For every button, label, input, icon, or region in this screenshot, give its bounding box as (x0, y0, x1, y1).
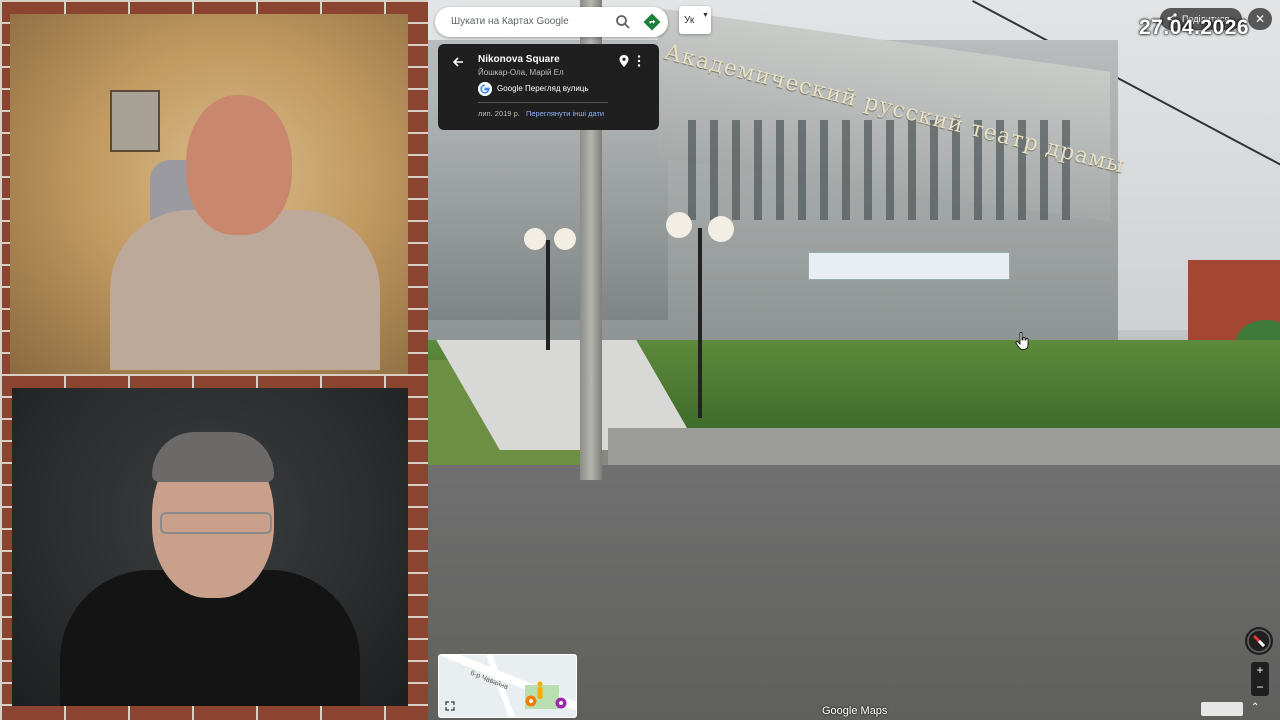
street-lamp (546, 240, 550, 350)
divider (478, 102, 608, 103)
google-maps-logo: Google Maps (822, 705, 888, 717)
imagery-thumbnails[interactable] (1201, 702, 1243, 716)
poi-orange-icon (525, 695, 537, 707)
google-g-icon (478, 82, 492, 96)
search-input[interactable]: Шукати на Картах Google (451, 16, 569, 27)
presenter-bottom-hair (152, 432, 274, 482)
lamp-globe (524, 228, 546, 250)
language-dropdown[interactable]: Ук ▼ (679, 6, 711, 34)
more-options-icon[interactable] (636, 54, 642, 68)
webcam-bottom (12, 388, 408, 706)
presenter-top-head (186, 95, 292, 235)
location-pin-icon[interactable] (618, 54, 630, 68)
search-box[interactable]: Шукати на Картах Google (435, 7, 668, 37)
zoom-control: + − (1251, 662, 1269, 696)
lamp-globe (666, 212, 692, 238)
zoom-out-button[interactable]: − (1251, 679, 1269, 696)
hand-cursor-icon (1015, 332, 1029, 350)
compass-icon[interactable] (1245, 627, 1273, 655)
other-dates-link[interactable]: Переглянути інші дати (526, 109, 604, 118)
chevron-up-icon[interactable]: ⌃ (1251, 702, 1265, 716)
expand-icon[interactable] (445, 701, 455, 711)
lamp-globe (554, 228, 576, 250)
chevron-down-icon: ▼ (702, 12, 709, 19)
place-location: Йошкар-Ола, Марій Ел (478, 68, 564, 77)
lamp-globe (708, 216, 734, 242)
capture-date: лип. 2019 р. (478, 109, 520, 118)
source-label: Google Перегляд вулиць (497, 84, 589, 93)
curb (608, 428, 1280, 468)
place-info-card: Nikonova Square Йошкар-Ола, Марій Ел Goo… (438, 44, 659, 130)
date-overlay: 27.04.2026 (1139, 16, 1250, 39)
minimap[interactable]: б-р Чавайна (438, 654, 577, 718)
wall-poster (110, 90, 160, 152)
directions-icon[interactable] (643, 13, 661, 31)
poi-purple-icon (555, 697, 567, 709)
glasses (160, 512, 272, 534)
back-arrow-icon[interactable] (450, 54, 466, 70)
language-label: Ук (684, 15, 695, 26)
webcam-top (10, 14, 408, 374)
tour-banner (808, 252, 1010, 280)
search-icon[interactable] (615, 14, 631, 30)
close-icon[interactable]: ✕ (1248, 8, 1272, 30)
place-name: Nikonova Square (478, 54, 560, 65)
zoom-in-button[interactable]: + (1251, 662, 1269, 679)
street-lamp (698, 228, 702, 418)
